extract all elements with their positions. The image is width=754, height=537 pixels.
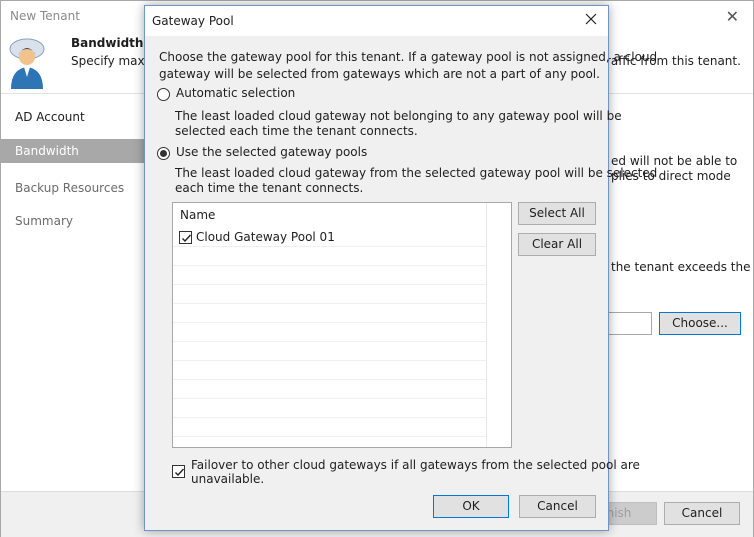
table-row — [173, 380, 486, 399]
table-row — [173, 418, 486, 437]
wizard-close-icon[interactable]: ✕ — [726, 7, 739, 26]
ok-button[interactable]: OK — [433, 495, 509, 518]
table-row — [173, 342, 486, 361]
column-divider — [486, 203, 487, 447]
failover-checkbox[interactable] — [172, 465, 185, 478]
cancel-button[interactable]: Cancel — [519, 495, 596, 518]
gateway-pool-field[interactable] — [607, 312, 652, 335]
nav-item-ad-account[interactable]: AD Account — [1, 101, 145, 134]
checkmark-icon — [182, 234, 192, 243]
choose-button[interactable]: Choose... — [659, 312, 741, 335]
select-all-button[interactable]: Select All — [518, 202, 596, 225]
dialog-title: Gateway Pool — [152, 14, 234, 28]
table-row — [173, 247, 486, 266]
clear-all-button[interactable]: Clear All — [518, 233, 596, 256]
failover-label[interactable]: unavailable. — [191, 471, 264, 488]
nav-item-backup-resources[interactable]: Backup Resources — [1, 172, 145, 205]
list-header[interactable]: Name — [173, 203, 511, 225]
list-item[interactable]: Cloud Gateway Pool 01 — [173, 228, 486, 247]
dialog-intro: gateway will be selected from gateways w… — [159, 67, 600, 81]
use-selected-pools-description: each time the tenant connects. — [175, 181, 364, 195]
wizard-cancel-button[interactable]: Cancel — [664, 502, 740, 525]
bandwidth-text-fragment: the tenant exceeds the — [611, 260, 751, 274]
automatic-selection-description: selected each time the tenant connects. — [175, 124, 418, 138]
gateway-pool-dialog: Gateway Pool Choose the gateway pool for… — [144, 5, 657, 531]
dialog-titlebar: Gateway Pool — [145, 6, 608, 36]
table-row — [173, 399, 486, 418]
automatic-selection-label[interactable]: Automatic selection — [176, 86, 295, 100]
table-row — [173, 361, 486, 380]
column-header-name[interactable]: Name — [180, 208, 215, 222]
close-icon[interactable] — [582, 10, 600, 28]
nav-item-summary[interactable]: Summary — [1, 205, 145, 238]
use-selected-pools-label[interactable]: Use the selected gateway pools — [176, 145, 367, 159]
use-selected-pools-radio[interactable] — [157, 147, 170, 160]
wizard-title: New Tenant — [10, 9, 80, 23]
automatic-selection-radio[interactable] — [157, 88, 170, 101]
dialog-intro: Choose the gateway pool for this tenant.… — [159, 50, 658, 64]
gateway-pool-list[interactable]: Name Cloud Gateway Pool 01 — [172, 202, 512, 448]
tenant-avatar-icon — [9, 38, 45, 89]
table-row — [173, 304, 486, 323]
pool-checkbox[interactable] — [179, 231, 192, 244]
wizard-nav: AD Account Bandwidth Backup Resources Su… — [1, 101, 145, 238]
table-row — [173, 285, 486, 304]
checkmark-icon — [175, 468, 185, 477]
pool-name: Cloud Gateway Pool 01 — [196, 230, 335, 244]
table-row — [173, 323, 486, 342]
table-row — [173, 266, 486, 285]
wizard-step-title: Bandwidth — [71, 36, 144, 50]
nav-item-bandwidth[interactable]: Bandwidth — [1, 139, 145, 163]
